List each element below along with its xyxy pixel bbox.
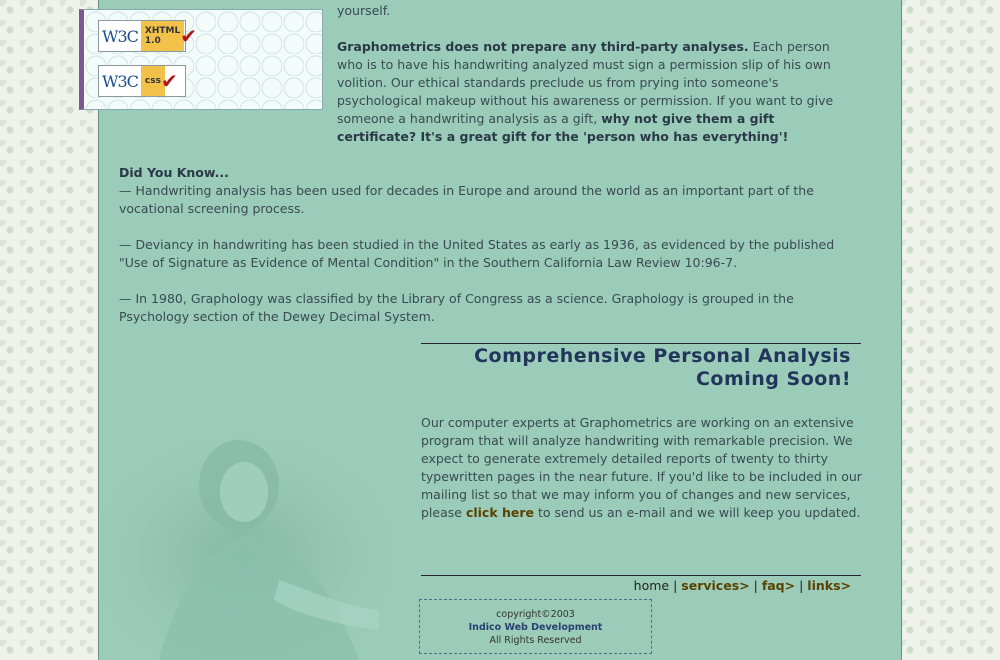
- copyright-box: copyright©2003 Indico Web Development Al…: [419, 599, 652, 654]
- did-you-know-title: Did You Know...: [119, 165, 229, 180]
- coming-soon-body: Our computer experts at Graphometrics ar…: [421, 414, 866, 522]
- nav-separator: |: [753, 578, 758, 593]
- nav-faq-link[interactable]: faq>: [762, 578, 795, 593]
- fact-item: — Handwriting analysis has been used for…: [119, 183, 814, 216]
- click-here-link[interactable]: click here: [466, 505, 534, 520]
- nav-separator: |: [799, 578, 804, 593]
- footer-nav: home | services> | faq> | links>: [421, 578, 851, 593]
- nav-services-link[interactable]: services>: [681, 578, 749, 593]
- third-party-lead: Graphometrics does not prepare any third…: [337, 39, 749, 54]
- xhtml-badge-label: XHTML 1.0: [140, 21, 185, 51]
- nav-links-link[interactable]: links>: [807, 578, 851, 593]
- fact-item: — Deviancy in handwriting has been studi…: [119, 237, 835, 270]
- divider: [421, 343, 861, 344]
- w3c-logo: W3C: [102, 26, 139, 46]
- third-party-paragraph: Graphometrics does not prepare any third…: [337, 38, 857, 146]
- nav-separator: |: [673, 578, 678, 593]
- fact-item: — In 1980, Graphology was classified by …: [119, 291, 794, 324]
- rights-text: All Rights Reserved: [489, 635, 582, 646]
- checkmark-icon: ✔: [160, 69, 178, 93]
- checkmark-icon: ✔: [180, 24, 197, 48]
- css-badge[interactable]: W3C css ✔: [98, 65, 186, 97]
- divider: [421, 575, 861, 576]
- intro-tail: yourself.: [337, 3, 391, 18]
- nav-home-link[interactable]: home: [634, 578, 669, 593]
- company-link[interactable]: Indico Web Development: [420, 621, 651, 634]
- validation-badges-box: W3C XHTML 1.0 ✔ W3C css ✔: [79, 9, 323, 110]
- heading-line: Coming Soon!: [695, 368, 851, 390]
- heading-line: Comprehensive Personal Analysis: [474, 345, 851, 367]
- w3c-logo: W3C: [102, 71, 139, 91]
- xhtml-badge[interactable]: W3C XHTML 1.0 ✔: [98, 20, 197, 52]
- portrait-image: [99, 430, 389, 660]
- copyright-text: copyright©2003: [496, 609, 575, 620]
- coming-soon-heading: Comprehensive Personal Analysis Coming S…: [421, 345, 851, 391]
- coming-soon-text-end: to send us an e-mail and we will keep yo…: [534, 505, 861, 520]
